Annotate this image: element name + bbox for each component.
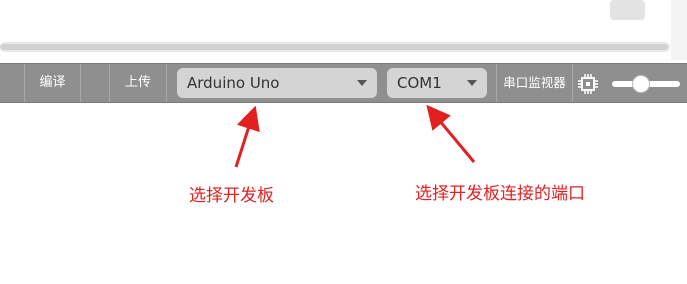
annotation-arrows: [234, 104, 476, 168]
board-annotation-text: 选择开发板: [189, 186, 274, 206]
port-annotation-arrow: [426, 104, 476, 163]
port-annotation-text: 选择开发板连接的端口: [415, 184, 585, 204]
board-annotation-arrow: [234, 105, 260, 168]
